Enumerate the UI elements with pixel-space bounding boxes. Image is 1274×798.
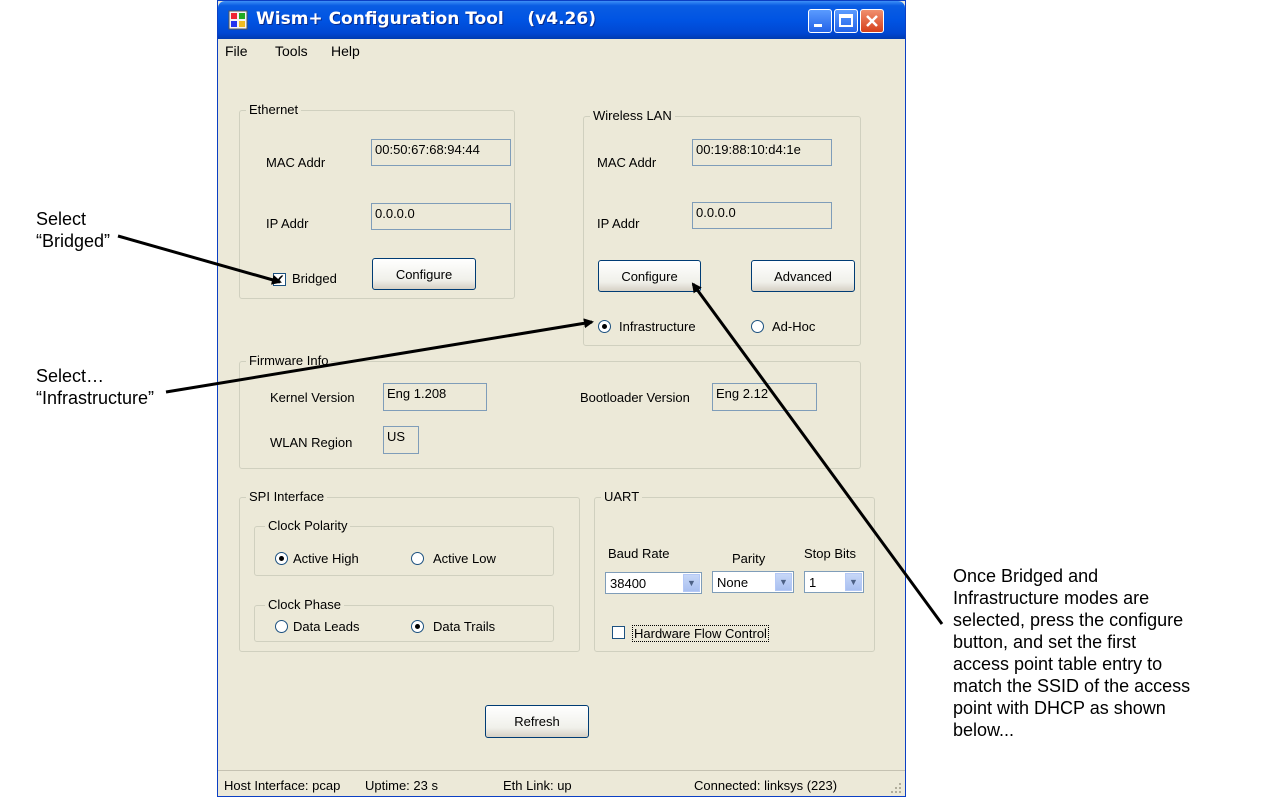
infrastructure-arrow (165, 318, 594, 394)
bridged-arrow (117, 234, 282, 285)
annotation-arrows (117, 234, 944, 625)
configure-arrow (691, 282, 944, 625)
